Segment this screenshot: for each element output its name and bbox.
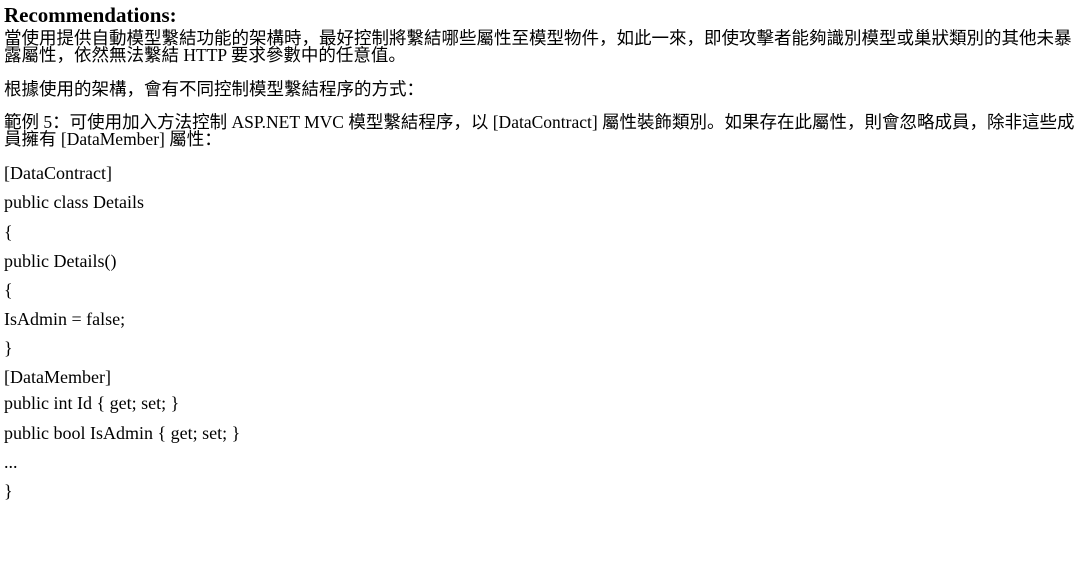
paragraph-intro: 當使用提供自動模型繫結功能的架構時，最好控制將繫結哪些屬性至模型物件，如此一來，… xyxy=(4,28,1072,65)
code-line: public int Id { get; set; } xyxy=(4,393,180,413)
paragraph-example-5: 範例 5：可使用加入方法控制 ASP.NET MVC 模型繫結程序，以 [Dat… xyxy=(4,112,1075,149)
paragraph-framework-note: 根據使用的架構，會有不同控制模型繫結程序的方式： xyxy=(4,79,424,99)
code-line: { xyxy=(4,280,13,300)
section-title: Recommendations: xyxy=(4,3,177,27)
code-line: [DataContract] xyxy=(4,163,112,183)
code-line: public bool IsAdmin { get; set; } xyxy=(4,423,241,443)
code-sample: [DataContract] public class Details { pu… xyxy=(4,163,1079,501)
code-line: public class Details xyxy=(4,192,144,212)
code-line: [DataMember] xyxy=(4,367,111,387)
code-line: ... xyxy=(4,452,18,472)
document-page: Recommendations: 當使用提供自動模型繫結功能的架構時，最好控制將… xyxy=(0,2,1085,571)
code-line: IsAdmin = false; xyxy=(4,309,126,329)
code-line: } xyxy=(4,481,13,501)
code-line: { xyxy=(4,222,13,242)
code-line: } xyxy=(4,338,13,358)
code-line: public Details() xyxy=(4,251,117,271)
